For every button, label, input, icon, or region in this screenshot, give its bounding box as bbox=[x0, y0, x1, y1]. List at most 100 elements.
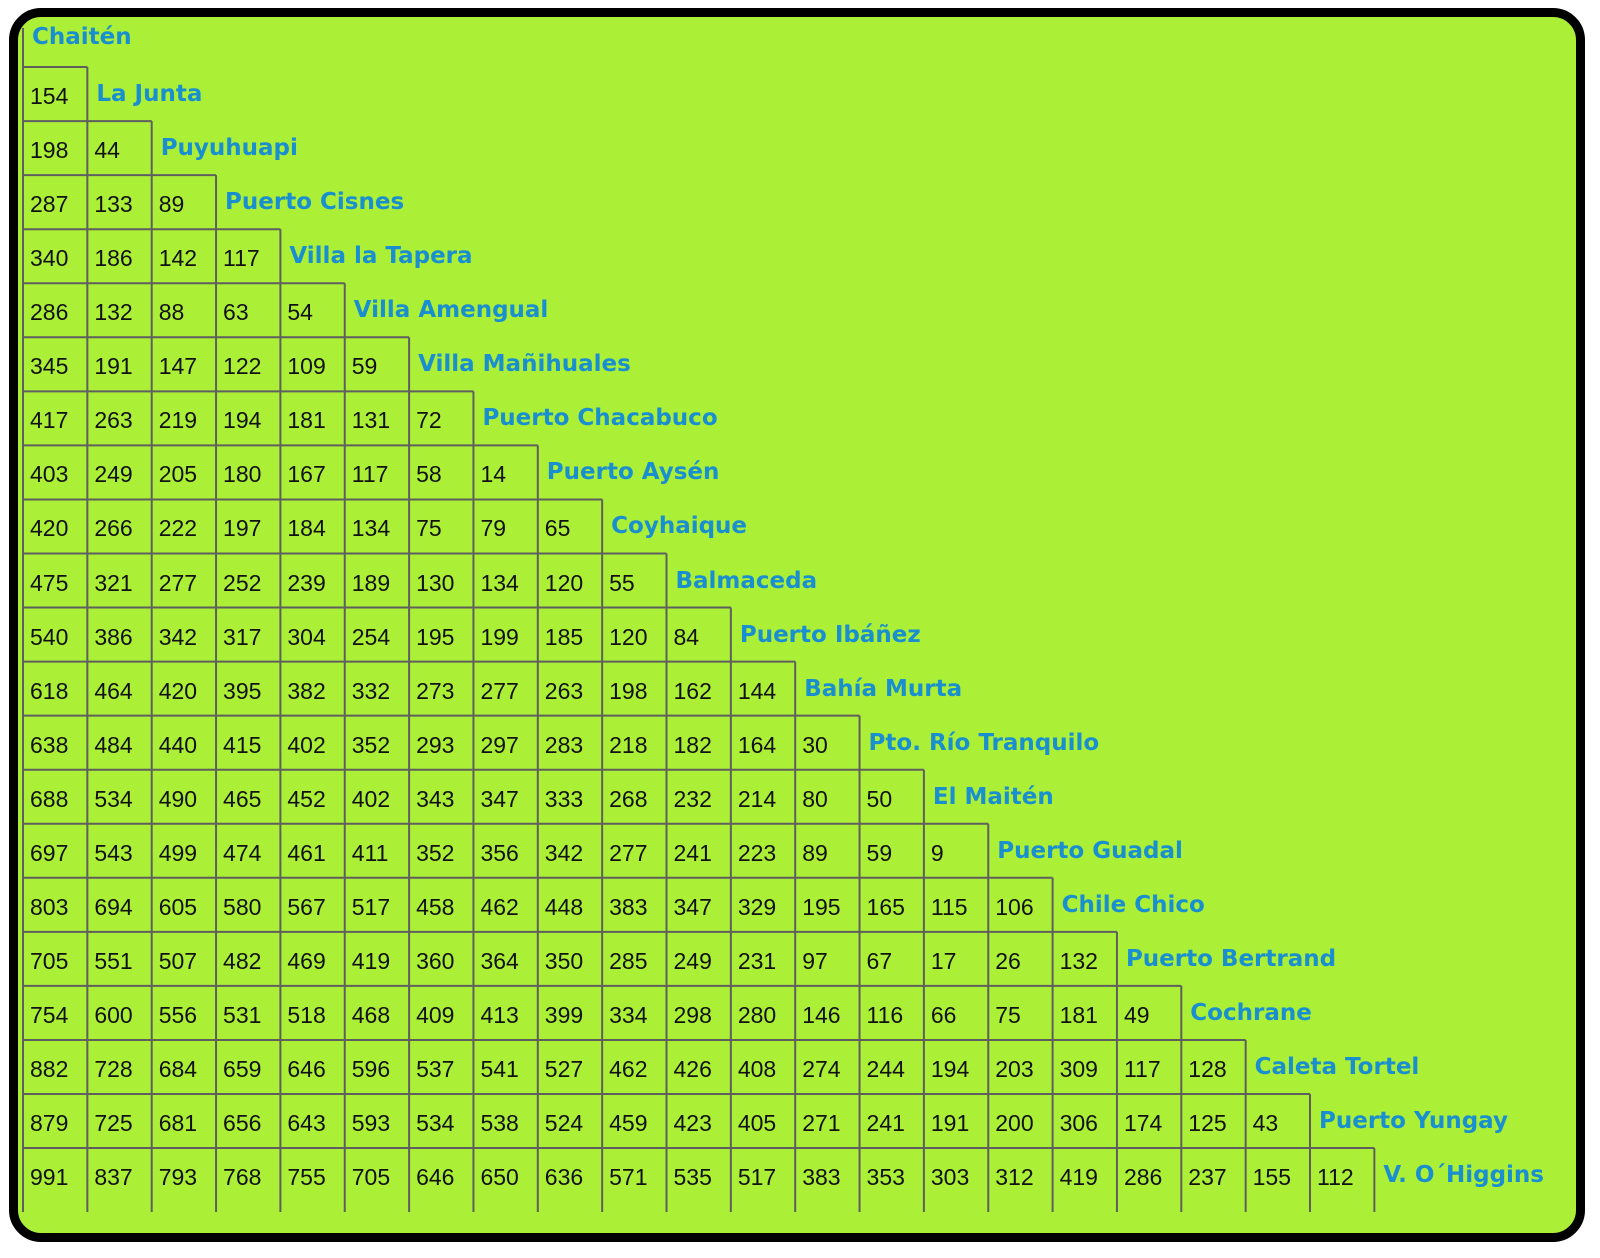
town-label: Caleta Tortel bbox=[1254, 1053, 1420, 1080]
distance-cell: 705 bbox=[351, 1164, 391, 1191]
distance-cell: 214 bbox=[737, 785, 777, 812]
distance-cell: 117 bbox=[351, 461, 389, 488]
distance-cell: 837 bbox=[94, 1164, 133, 1191]
distance-cell: 134 bbox=[351, 515, 391, 542]
distance-cell: 181 bbox=[1059, 1001, 1098, 1028]
town-label: Puerto Yungay bbox=[1319, 1108, 1508, 1135]
distance-cell: 409 bbox=[416, 1001, 455, 1028]
distance-cell: 89 bbox=[158, 191, 185, 218]
distance-cell: 277 bbox=[158, 569, 198, 596]
distance-cell: 538 bbox=[480, 1110, 519, 1137]
distance-cell: 462 bbox=[480, 893, 519, 920]
distance-cell: 132 bbox=[94, 299, 133, 326]
distance-cell: 754 bbox=[30, 1001, 69, 1028]
distance-cell: 462 bbox=[609, 1055, 648, 1082]
distance-cell: 198 bbox=[609, 677, 648, 704]
distance-cell: 75 bbox=[416, 515, 442, 542]
distance-cell: 49 bbox=[1123, 1001, 1150, 1028]
distance-cell: 67 bbox=[866, 947, 893, 974]
distance-cell: 30 bbox=[802, 731, 828, 758]
town-label: Villa la Tapera bbox=[289, 243, 473, 270]
distance-cell: 395 bbox=[223, 677, 262, 704]
distance-cell: 203 bbox=[995, 1055, 1034, 1082]
distance-cell: 638 bbox=[30, 731, 69, 758]
distance-cell: 517 bbox=[351, 893, 391, 920]
distance-cell: 268 bbox=[609, 785, 648, 812]
distance-cell: 309 bbox=[1059, 1055, 1098, 1082]
distance-cell: 120 bbox=[609, 623, 648, 650]
distance-cell: 17 bbox=[930, 947, 957, 974]
distance-cell: 537 bbox=[416, 1055, 455, 1082]
distance-cell: 199 bbox=[480, 623, 519, 650]
distance-cell: 237 bbox=[1188, 1164, 1227, 1191]
distance-cell: 44 bbox=[94, 137, 120, 164]
distance-cell: 350 bbox=[544, 947, 584, 974]
distance-cell: 768 bbox=[223, 1164, 262, 1191]
town-label: Coyhaique bbox=[611, 513, 748, 540]
distance-cell: 499 bbox=[158, 839, 198, 866]
distance-cell: 9 bbox=[930, 839, 944, 866]
distance-cell: 636 bbox=[544, 1164, 584, 1191]
distance-cell: 117 bbox=[223, 245, 260, 272]
distance-cell: 646 bbox=[416, 1164, 455, 1191]
distance-cell: 399 bbox=[544, 1001, 584, 1028]
distance-cell: 218 bbox=[609, 731, 648, 758]
distance-cell: 63 bbox=[223, 299, 249, 326]
distance-cell: 26 bbox=[995, 947, 1021, 974]
distance-cell: 232 bbox=[673, 785, 712, 812]
distance-cell: 343 bbox=[416, 785, 455, 812]
distance-cell: 419 bbox=[1059, 1164, 1098, 1191]
distance-cell: 420 bbox=[30, 515, 69, 542]
distance-cell: 334 bbox=[609, 1001, 648, 1028]
distance-cell: 205 bbox=[158, 461, 198, 488]
distance-cell: 419 bbox=[351, 947, 391, 974]
distance-cell: 551 bbox=[94, 947, 133, 974]
distance-cell: 223 bbox=[737, 839, 777, 866]
town-label: La Junta bbox=[96, 81, 203, 108]
distance-cell: 596 bbox=[351, 1055, 391, 1082]
distance-cell: 465 bbox=[223, 785, 262, 812]
town-label: Puerto Cisnes bbox=[225, 189, 405, 216]
distance-cell: 162 bbox=[673, 677, 712, 704]
distance-cell: 556 bbox=[158, 1001, 198, 1028]
town-label: V. O´Higgins bbox=[1383, 1162, 1544, 1189]
distance-cell: 353 bbox=[866, 1164, 905, 1191]
distance-cell: 580 bbox=[223, 893, 262, 920]
distance-cell: 383 bbox=[609, 893, 648, 920]
distance-cell: 474 bbox=[223, 839, 262, 866]
distance-cell: 277 bbox=[480, 677, 519, 704]
distance-cell: 132 bbox=[1059, 947, 1098, 974]
distance-cell: 286 bbox=[1123, 1164, 1163, 1191]
distance-cell: 312 bbox=[995, 1164, 1034, 1191]
distance-cell: 112 bbox=[1317, 1164, 1354, 1191]
distance-cell: 459 bbox=[609, 1110, 648, 1137]
distance-cell: 88 bbox=[158, 299, 185, 326]
distance-cell: 411 bbox=[351, 839, 389, 866]
distance-cell: 133 bbox=[94, 191, 133, 218]
distance-cell: 423 bbox=[673, 1110, 712, 1137]
distance-cell: 142 bbox=[158, 245, 198, 272]
distance-cell: 154 bbox=[30, 83, 69, 110]
distance-cell: 222 bbox=[158, 515, 198, 542]
distance-cell: 618 bbox=[30, 677, 69, 704]
distance-cell: 507 bbox=[158, 947, 198, 974]
town-label: Puyuhuapi bbox=[160, 135, 298, 162]
distance-cell: 426 bbox=[673, 1055, 712, 1082]
distance-cell: 241 bbox=[866, 1110, 905, 1137]
distance-cell: 482 bbox=[223, 947, 262, 974]
town-label: Puerto Chacabuco bbox=[482, 405, 718, 432]
distance-cell: 155 bbox=[1252, 1164, 1292, 1191]
distance-cell: 803 bbox=[30, 893, 69, 920]
distance-cell: 182 bbox=[673, 731, 712, 758]
distance-cell: 408 bbox=[737, 1055, 777, 1082]
distance-cell: 405 bbox=[737, 1110, 777, 1137]
distance-cell: 347 bbox=[480, 785, 519, 812]
distance-cell: 329 bbox=[737, 893, 777, 920]
distance-cell: 342 bbox=[544, 839, 584, 866]
distance-cell: 567 bbox=[287, 893, 326, 920]
distance-cell: 684 bbox=[158, 1055, 198, 1082]
distance-cell: 280 bbox=[737, 1001, 777, 1028]
distance-cell: 84 bbox=[673, 623, 700, 650]
town-label: Villa Amengual bbox=[353, 297, 549, 324]
distance-cell: 59 bbox=[351, 353, 378, 380]
